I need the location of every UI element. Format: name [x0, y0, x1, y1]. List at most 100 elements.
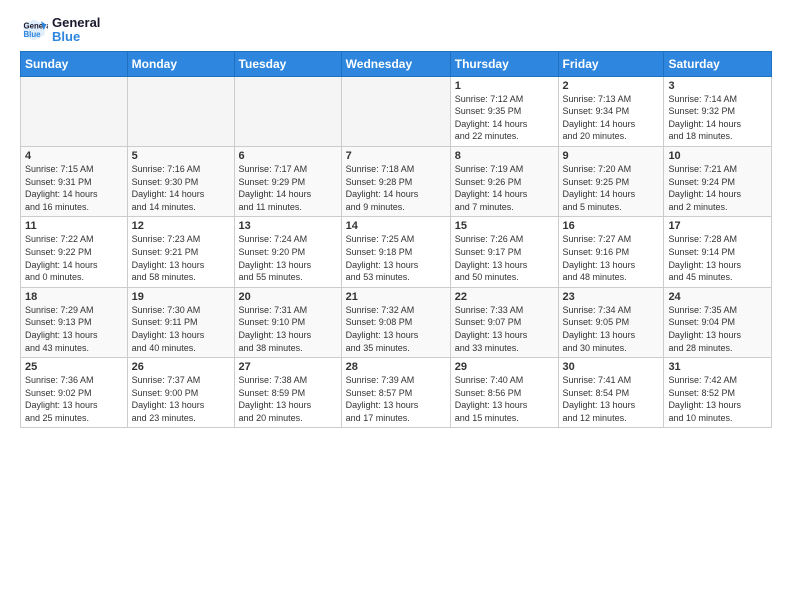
day-info: Sunrise: 7:14 AM Sunset: 9:32 PM Dayligh…: [668, 93, 767, 143]
day-info: Sunrise: 7:23 AM Sunset: 9:21 PM Dayligh…: [132, 233, 230, 283]
calendar-day-cell: 4Sunrise: 7:15 AM Sunset: 9:31 PM Daylig…: [21, 146, 128, 216]
calendar-day-cell: 17Sunrise: 7:28 AM Sunset: 9:14 PM Dayli…: [664, 217, 772, 287]
day-info: Sunrise: 7:26 AM Sunset: 9:17 PM Dayligh…: [455, 233, 554, 283]
day-number: 28: [346, 361, 446, 373]
calendar-day-cell: [341, 76, 450, 146]
day-info: Sunrise: 7:29 AM Sunset: 9:13 PM Dayligh…: [25, 304, 123, 354]
day-info: Sunrise: 7:33 AM Sunset: 9:07 PM Dayligh…: [455, 304, 554, 354]
day-number: 18: [25, 291, 123, 303]
day-number: 16: [563, 220, 660, 232]
calendar-day-cell: 2Sunrise: 7:13 AM Sunset: 9:34 PM Daylig…: [558, 76, 664, 146]
day-info: Sunrise: 7:27 AM Sunset: 9:16 PM Dayligh…: [563, 233, 660, 283]
calendar-header-row: SundayMondayTuesdayWednesdayThursdayFrid…: [21, 51, 772, 76]
calendar-day-cell: 13Sunrise: 7:24 AM Sunset: 9:20 PM Dayli…: [234, 217, 341, 287]
day-number: 20: [239, 291, 337, 303]
day-info: Sunrise: 7:38 AM Sunset: 8:59 PM Dayligh…: [239, 374, 337, 424]
day-info: Sunrise: 7:39 AM Sunset: 8:57 PM Dayligh…: [346, 374, 446, 424]
calendar-day-cell: 6Sunrise: 7:17 AM Sunset: 9:29 PM Daylig…: [234, 146, 341, 216]
calendar-day-cell: 16Sunrise: 7:27 AM Sunset: 9:16 PM Dayli…: [558, 217, 664, 287]
calendar-day-header: Monday: [127, 51, 234, 76]
day-info: Sunrise: 7:34 AM Sunset: 9:05 PM Dayligh…: [563, 304, 660, 354]
calendar-day-cell: 5Sunrise: 7:16 AM Sunset: 9:30 PM Daylig…: [127, 146, 234, 216]
calendar-week-row: 11Sunrise: 7:22 AM Sunset: 9:22 PM Dayli…: [21, 217, 772, 287]
calendar-day-cell: 26Sunrise: 7:37 AM Sunset: 9:00 PM Dayli…: [127, 358, 234, 428]
svg-text:Blue: Blue: [24, 30, 42, 39]
day-number: 4: [25, 150, 123, 162]
calendar-week-row: 1Sunrise: 7:12 AM Sunset: 9:35 PM Daylig…: [21, 76, 772, 146]
day-info: Sunrise: 7:37 AM Sunset: 9:00 PM Dayligh…: [132, 374, 230, 424]
calendar-day-header: Thursday: [450, 51, 558, 76]
logo-icon: General Blue: [20, 16, 48, 44]
calendar-day-cell: 27Sunrise: 7:38 AM Sunset: 8:59 PM Dayli…: [234, 358, 341, 428]
day-number: 12: [132, 220, 230, 232]
day-info: Sunrise: 7:15 AM Sunset: 9:31 PM Dayligh…: [25, 163, 123, 213]
calendar-day-cell: 30Sunrise: 7:41 AM Sunset: 8:54 PM Dayli…: [558, 358, 664, 428]
calendar-day-cell: 20Sunrise: 7:31 AM Sunset: 9:10 PM Dayli…: [234, 287, 341, 357]
day-number: 7: [346, 150, 446, 162]
calendar-day-header: Tuesday: [234, 51, 341, 76]
calendar-week-row: 4Sunrise: 7:15 AM Sunset: 9:31 PM Daylig…: [21, 146, 772, 216]
day-number: 1: [455, 80, 554, 92]
day-number: 29: [455, 361, 554, 373]
calendar-day-cell: 23Sunrise: 7:34 AM Sunset: 9:05 PM Dayli…: [558, 287, 664, 357]
calendar-day-cell: 14Sunrise: 7:25 AM Sunset: 9:18 PM Dayli…: [341, 217, 450, 287]
day-number: 6: [239, 150, 337, 162]
calendar-day-cell: 7Sunrise: 7:18 AM Sunset: 9:28 PM Daylig…: [341, 146, 450, 216]
logo: General Blue General Blue: [20, 16, 100, 45]
day-number: 3: [668, 80, 767, 92]
day-number: 23: [563, 291, 660, 303]
calendar-day-cell: 18Sunrise: 7:29 AM Sunset: 9:13 PM Dayli…: [21, 287, 128, 357]
day-info: Sunrise: 7:17 AM Sunset: 9:29 PM Dayligh…: [239, 163, 337, 213]
day-info: Sunrise: 7:18 AM Sunset: 9:28 PM Dayligh…: [346, 163, 446, 213]
calendar-day-cell: 10Sunrise: 7:21 AM Sunset: 9:24 PM Dayli…: [664, 146, 772, 216]
calendar-day-cell: 15Sunrise: 7:26 AM Sunset: 9:17 PM Dayli…: [450, 217, 558, 287]
day-number: 11: [25, 220, 123, 232]
day-info: Sunrise: 7:16 AM Sunset: 9:30 PM Dayligh…: [132, 163, 230, 213]
day-info: Sunrise: 7:40 AM Sunset: 8:56 PM Dayligh…: [455, 374, 554, 424]
day-info: Sunrise: 7:41 AM Sunset: 8:54 PM Dayligh…: [563, 374, 660, 424]
calendar-day-cell: 19Sunrise: 7:30 AM Sunset: 9:11 PM Dayli…: [127, 287, 234, 357]
calendar-day-header: Wednesday: [341, 51, 450, 76]
day-number: 25: [25, 361, 123, 373]
day-info: Sunrise: 7:28 AM Sunset: 9:14 PM Dayligh…: [668, 233, 767, 283]
day-number: 9: [563, 150, 660, 162]
logo-text-line1: General: [52, 16, 100, 30]
day-number: 19: [132, 291, 230, 303]
day-info: Sunrise: 7:24 AM Sunset: 9:20 PM Dayligh…: [239, 233, 337, 283]
day-info: Sunrise: 7:21 AM Sunset: 9:24 PM Dayligh…: [668, 163, 767, 213]
day-number: 15: [455, 220, 554, 232]
calendar-week-row: 25Sunrise: 7:36 AM Sunset: 9:02 PM Dayli…: [21, 358, 772, 428]
calendar-day-cell: 24Sunrise: 7:35 AM Sunset: 9:04 PM Dayli…: [664, 287, 772, 357]
day-info: Sunrise: 7:19 AM Sunset: 9:26 PM Dayligh…: [455, 163, 554, 213]
day-info: Sunrise: 7:12 AM Sunset: 9:35 PM Dayligh…: [455, 93, 554, 143]
calendar-day-cell: [234, 76, 341, 146]
day-number: 26: [132, 361, 230, 373]
day-info: Sunrise: 7:31 AM Sunset: 9:10 PM Dayligh…: [239, 304, 337, 354]
page: General Blue General Blue SundayMondayTu…: [0, 0, 792, 444]
calendar-day-cell: [127, 76, 234, 146]
day-number: 24: [668, 291, 767, 303]
calendar-day-cell: 25Sunrise: 7:36 AM Sunset: 9:02 PM Dayli…: [21, 358, 128, 428]
day-number: 5: [132, 150, 230, 162]
calendar-day-cell: 9Sunrise: 7:20 AM Sunset: 9:25 PM Daylig…: [558, 146, 664, 216]
logo-text-line2: Blue: [52, 30, 100, 44]
day-number: 13: [239, 220, 337, 232]
day-number: 2: [563, 80, 660, 92]
day-info: Sunrise: 7:42 AM Sunset: 8:52 PM Dayligh…: [668, 374, 767, 424]
day-number: 21: [346, 291, 446, 303]
day-number: 30: [563, 361, 660, 373]
calendar-day-cell: [21, 76, 128, 146]
calendar-day-cell: 29Sunrise: 7:40 AM Sunset: 8:56 PM Dayli…: [450, 358, 558, 428]
calendar-day-cell: 3Sunrise: 7:14 AM Sunset: 9:32 PM Daylig…: [664, 76, 772, 146]
day-info: Sunrise: 7:13 AM Sunset: 9:34 PM Dayligh…: [563, 93, 660, 143]
day-info: Sunrise: 7:35 AM Sunset: 9:04 PM Dayligh…: [668, 304, 767, 354]
day-number: 8: [455, 150, 554, 162]
calendar-day-header: Sunday: [21, 51, 128, 76]
day-number: 14: [346, 220, 446, 232]
calendar-day-cell: 31Sunrise: 7:42 AM Sunset: 8:52 PM Dayli…: [664, 358, 772, 428]
day-info: Sunrise: 7:22 AM Sunset: 9:22 PM Dayligh…: [25, 233, 123, 283]
calendar-day-cell: 22Sunrise: 7:33 AM Sunset: 9:07 PM Dayli…: [450, 287, 558, 357]
day-info: Sunrise: 7:20 AM Sunset: 9:25 PM Dayligh…: [563, 163, 660, 213]
calendar-day-header: Friday: [558, 51, 664, 76]
calendar-day-header: Saturday: [664, 51, 772, 76]
